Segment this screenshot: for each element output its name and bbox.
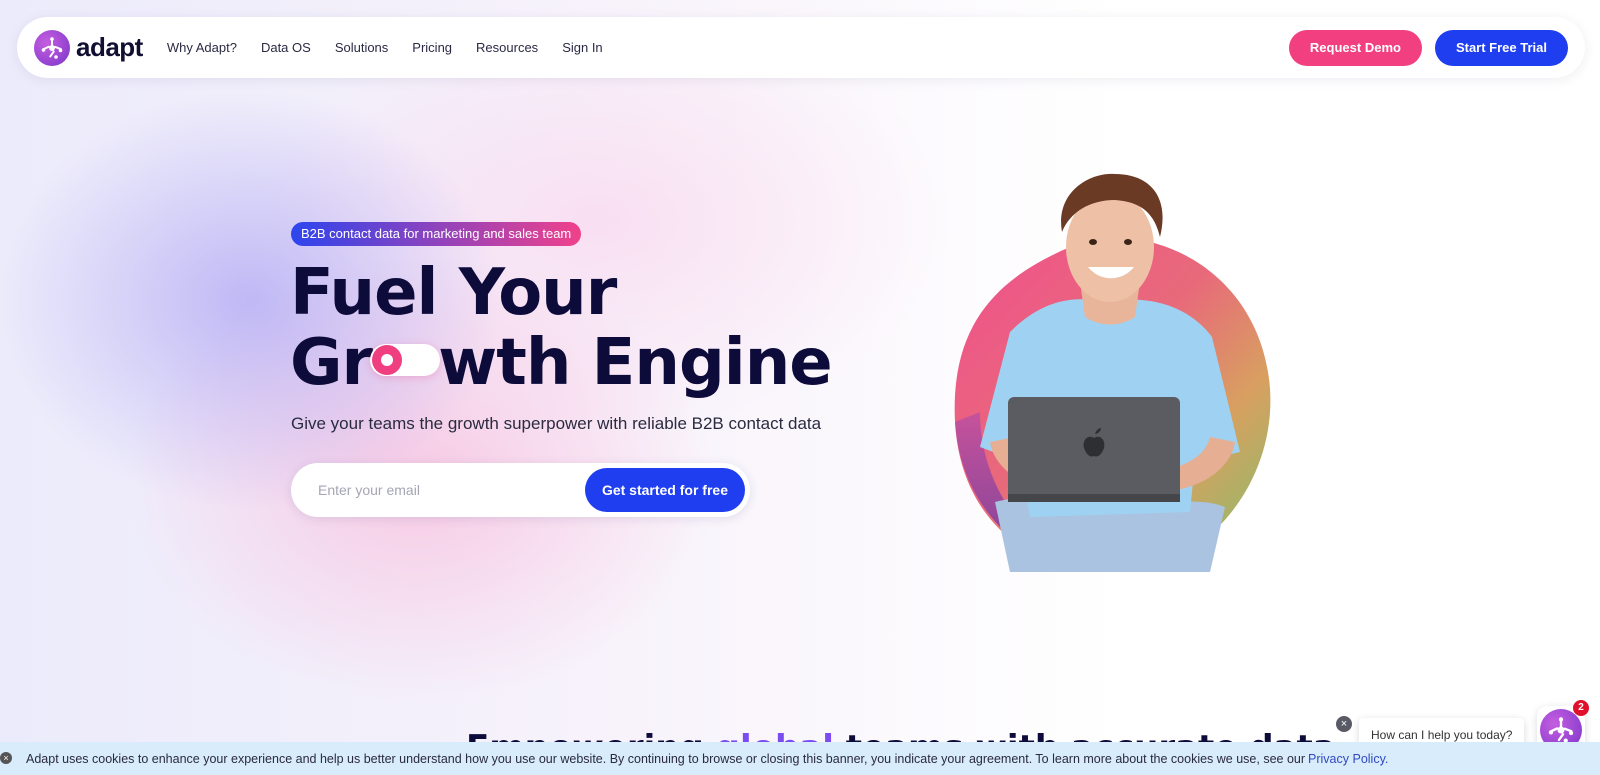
chat-close-icon[interactable]: × <box>1336 716 1352 732</box>
cookie-banner: × Adapt uses cookies to enhance your exp… <box>0 742 1600 775</box>
start-free-trial-button[interactable]: Start Free Trial <box>1434 29 1568 66</box>
nav-actions: Request Demo Start Free Trial <box>1288 29 1568 66</box>
toggle-knob <box>372 345 403 376</box>
hero-badge: B2B contact data for marketing and sales… <box>291 222 582 246</box>
privacy-policy-link[interactable]: Privacy Policy. <box>1308 752 1388 766</box>
top-navbar: adapt Why Adapt? Data OS Solutions Prici… <box>17 17 1585 78</box>
email-input[interactable] <box>318 482 585 498</box>
nav-link-resources[interactable]: Resources <box>476 40 538 55</box>
nav-link-data-os[interactable]: Data OS <box>261 40 311 55</box>
brand-logo[interactable]: adapt <box>34 29 143 66</box>
hero-title: Fuel Your Gr wth Engine <box>290 258 850 398</box>
brand-name: adapt <box>76 32 143 62</box>
hero-person-image <box>954 173 1271 572</box>
hero-title-line2-pre: Gr <box>290 326 373 400</box>
nav-link-pricing[interactable]: Pricing <box>412 40 452 55</box>
adapt-logo-icon <box>34 29 70 66</box>
nav-links: Why Adapt? Data OS Solutions Pricing Res… <box>167 40 603 55</box>
chat-notification-badge: 2 <box>1573 700 1589 716</box>
cookie-close-icon[interactable]: × <box>0 752 12 764</box>
toggle-o-icon <box>370 344 441 377</box>
nav-link-solutions[interactable]: Solutions <box>335 40 388 55</box>
nav-link-why-adapt[interactable]: Why Adapt? <box>167 40 237 55</box>
cookie-text: Adapt uses cookies to enhance your exper… <box>26 751 1306 766</box>
nav-link-sign-in[interactable]: Sign In <box>562 40 602 55</box>
email-signup-form: Get started for free <box>291 463 750 517</box>
hero-title-line2-post: wth Engine <box>438 326 833 400</box>
get-started-button[interactable]: Get started for free <box>584 468 745 512</box>
hero-title-line1: Fuel Your <box>290 256 617 330</box>
request-demo-button[interactable]: Request Demo <box>1288 29 1422 66</box>
hero-subtitle: Give your teams the growth superpower wi… <box>291 414 822 433</box>
